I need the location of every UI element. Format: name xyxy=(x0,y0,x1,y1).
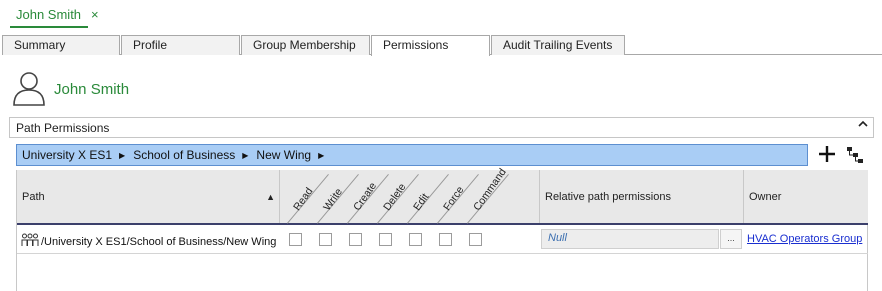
group-icon xyxy=(21,233,41,250)
document-tab[interactable]: John Smith × xyxy=(8,0,99,28)
edit-checkbox[interactable] xyxy=(409,233,422,246)
chevron-up-icon[interactable] xyxy=(858,119,868,132)
breadcrumb-arrow-icon[interactable]: ▶ xyxy=(119,151,125,160)
tab-profile[interactable]: Profile xyxy=(121,35,240,55)
plus-icon[interactable] xyxy=(817,144,837,164)
hierarchy-icon[interactable] xyxy=(845,145,865,165)
user-name: John Smith xyxy=(54,80,130,98)
document-tab-title[interactable]: John Smith xyxy=(8,7,89,22)
tab-strip: Summary Profile Group Membership Permiss… xyxy=(2,35,882,56)
breadcrumb-arrow-icon[interactable]: ▶ xyxy=(242,151,248,160)
document-tab-indicator xyxy=(10,26,88,28)
column-header-owner[interactable]: Owner xyxy=(744,170,868,223)
create-checkbox[interactable] xyxy=(349,233,362,246)
path-value: /University X ES1/School of Business/New… xyxy=(41,235,277,248)
tab-group-membership[interactable]: Group Membership xyxy=(241,35,370,55)
breadcrumb: University X ES1 ▶ School of Business ▶ … xyxy=(16,144,808,166)
column-header-relative[interactable]: Relative path permissions xyxy=(540,170,744,223)
column-header-label: Owner xyxy=(749,191,782,203)
breadcrumb-item[interactable]: University X ES1 xyxy=(22,148,112,162)
write-checkbox[interactable] xyxy=(319,233,332,246)
force-checkbox[interactable] xyxy=(439,233,452,246)
tab-audit-trailing-events[interactable]: Audit Trailing Events xyxy=(491,35,625,55)
permissions-table: Path ▲ Read Write Create Delete Edit For… xyxy=(16,166,868,291)
close-icon[interactable]: × xyxy=(91,7,99,22)
browse-button[interactable]: ... xyxy=(720,229,742,249)
column-header-command[interactable]: Command xyxy=(467,166,527,224)
path-permissions-section[interactable]: Path Permissions xyxy=(9,117,874,138)
owner-link[interactable]: HVAC Operators Group xyxy=(747,233,862,245)
relative-path-field[interactable]: Null xyxy=(541,229,719,249)
column-header-label: Path xyxy=(22,191,45,203)
read-checkbox[interactable] xyxy=(289,233,302,246)
section-title: Path Permissions xyxy=(16,121,110,135)
column-header-label: Relative path permissions xyxy=(545,191,671,203)
command-checkbox[interactable] xyxy=(469,233,482,246)
sort-ascending-icon[interactable]: ▲ xyxy=(266,192,275,202)
breadcrumb-item[interactable]: New Wing xyxy=(256,148,311,162)
tab-permissions[interactable]: Permissions xyxy=(371,35,490,56)
table-row[interactable]: /University X ES1/School of Business/New… xyxy=(17,227,868,254)
column-header-permissions: Read Write Create Delete Edit Force Comm… xyxy=(280,166,540,224)
breadcrumb-item[interactable]: School of Business xyxy=(133,148,235,162)
user-icon xyxy=(12,70,46,109)
column-header-path[interactable]: Path ▲ xyxy=(17,170,280,223)
table-header: Path ▲ Read Write Create Delete Edit For… xyxy=(17,166,868,225)
path-cell: /University X ES1/School of Business/New… xyxy=(21,233,276,250)
breadcrumb-arrow-icon[interactable]: ▶ xyxy=(318,151,324,160)
delete-checkbox[interactable] xyxy=(379,233,392,246)
user-header: John Smith xyxy=(12,70,129,108)
tab-summary[interactable]: Summary xyxy=(2,35,120,55)
